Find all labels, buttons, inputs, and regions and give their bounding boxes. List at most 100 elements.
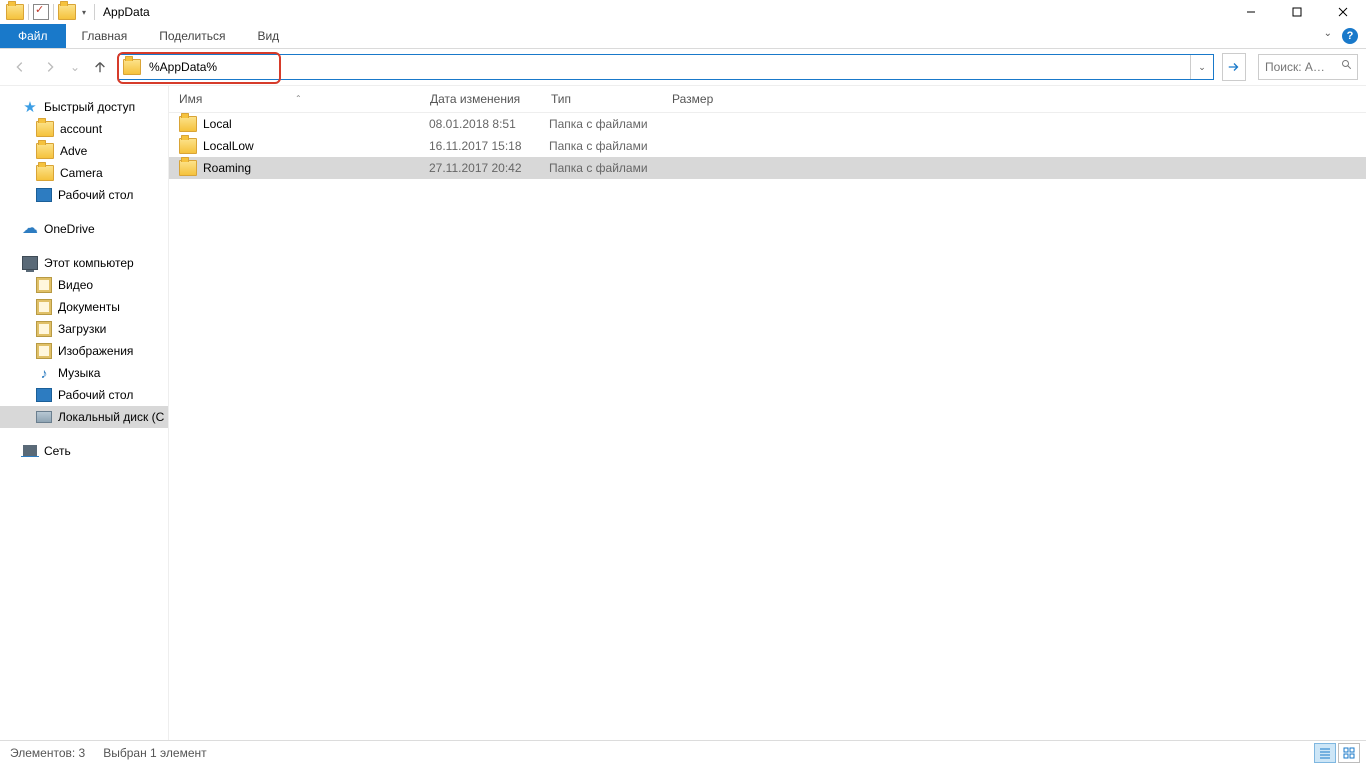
nav-recent-dropdown[interactable]: ⌄ — [68, 55, 82, 79]
cloud-icon: ☁ — [22, 221, 38, 237]
sidebar-item-camera[interactable]: Camera — [0, 162, 168, 184]
sidebar-item-account[interactable]: account — [0, 118, 168, 140]
sidebar-item-label: account — [60, 122, 102, 136]
folder-icon — [36, 165, 54, 181]
table-row[interactable]: LocalLow16.11.2017 15:18Папка с файлами — [169, 135, 1366, 157]
file-name: LocalLow — [203, 139, 254, 153]
sidebar-item-label: Adve — [60, 144, 87, 158]
tab-home[interactable]: Главная — [66, 24, 144, 48]
view-large-icons-button[interactable] — [1338, 743, 1360, 763]
sidebar-onedrive[interactable]: ☁ OneDrive — [0, 218, 168, 240]
nav-back-button[interactable] — [8, 55, 32, 79]
file-date: 27.11.2017 20:42 — [429, 161, 549, 175]
minimize-button[interactable] — [1228, 0, 1274, 24]
column-type[interactable]: Тип — [551, 86, 672, 112]
file-name: Local — [203, 117, 232, 131]
sidebar-item-adve[interactable]: Adve — [0, 140, 168, 162]
sidebar-item-label: OneDrive — [44, 222, 95, 236]
sidebar-item-label: Локальный диск (C — [58, 410, 164, 424]
sidebar-item-label: Сеть — [44, 444, 71, 458]
tab-share[interactable]: Поделиться — [143, 24, 241, 48]
file-rows: Local08.01.2018 8:51Папка с файламиLocal… — [169, 113, 1366, 740]
navigation-pane: ★ Быстрый доступ account Adve Camera Раб… — [0, 86, 169, 740]
window-title: AppData — [103, 5, 150, 19]
maximize-button[interactable] — [1274, 0, 1320, 24]
sidebar-item-music[interactable]: ♪ Музыка — [0, 362, 168, 384]
sidebar-item-label: Документы — [58, 300, 120, 314]
qat-dropdown-icon[interactable]: ▾ — [78, 8, 90, 17]
file-type: Папка с файлами — [549, 117, 669, 131]
sidebar-item-documents[interactable]: Документы — [0, 296, 168, 318]
tab-file[interactable]: Файл — [0, 24, 66, 48]
help-button[interactable]: ? — [1342, 28, 1358, 44]
address-input[interactable] — [147, 59, 1190, 75]
sort-indicator-icon: ⌃ — [295, 94, 302, 103]
sidebar-network[interactable]: Сеть — [0, 440, 168, 462]
sidebar-item-desktop[interactable]: Рабочий стол — [0, 384, 168, 406]
file-type: Папка с файлами — [549, 139, 669, 153]
sidebar-item-label: Музыка — [58, 366, 100, 380]
search-input[interactable] — [1263, 59, 1327, 75]
nav-forward-button[interactable] — [38, 55, 62, 79]
column-name[interactable]: Имя⌃ — [179, 86, 430, 112]
sidebar-item-videos[interactable]: Видео — [0, 274, 168, 296]
documents-icon — [36, 299, 52, 315]
close-button[interactable] — [1320, 0, 1366, 24]
sidebar-item-downloads[interactable]: Загрузки — [0, 318, 168, 340]
qat-folder-icon[interactable] — [58, 4, 76, 20]
table-row[interactable]: Local 08.01.2018 8:51Папка с файлами — [169, 113, 1366, 135]
sidebar-item-label: Рабочий стол — [58, 388, 133, 402]
tab-view[interactable]: Вид — [241, 24, 295, 48]
address-bar[interactable]: ⌄ — [118, 54, 1214, 80]
folder-icon — [179, 160, 197, 176]
pc-icon — [22, 256, 38, 270]
file-date: 08.01.2018 8:51 — [429, 117, 549, 131]
sidebar-item-pictures[interactable]: Изображения — [0, 340, 168, 362]
sidebar-item-desktop-quick[interactable]: Рабочий стол — [0, 184, 168, 206]
address-folder-icon — [123, 59, 141, 75]
column-headers: Имя⌃ Дата изменения Тип Размер — [169, 86, 1366, 113]
folder-icon — [36, 143, 54, 159]
sidebar-item-local-disk[interactable]: Локальный диск (C — [0, 406, 168, 428]
ribbon-collapse-icon[interactable]: ⌄ — [1324, 28, 1332, 39]
app-folder-icon — [6, 4, 24, 20]
sidebar-item-label: Загрузки — [58, 322, 106, 336]
search-box[interactable] — [1258, 54, 1358, 80]
sidebar-item-label: Видео — [58, 278, 93, 292]
downloads-icon — [36, 321, 52, 337]
videos-icon — [36, 277, 52, 293]
file-type: Папка с файлами — [549, 161, 669, 175]
folder-icon — [179, 116, 197, 132]
sidebar-quick-access[interactable]: ★ Быстрый доступ — [0, 96, 168, 118]
column-size[interactable]: Размер — [672, 86, 753, 112]
disk-icon — [36, 411, 52, 423]
column-date[interactable]: Дата изменения — [430, 86, 551, 112]
status-item-count: Элементов: 3 — [10, 746, 85, 760]
music-icon: ♪ — [36, 365, 52, 381]
desktop-icon — [36, 188, 52, 202]
folder-icon — [179, 138, 197, 154]
go-button[interactable] — [1222, 53, 1246, 81]
file-list-pane: Имя⌃ Дата изменения Тип Размер Local 08.0… — [169, 86, 1366, 740]
status-selection: Выбран 1 элемент — [103, 746, 206, 760]
file-name: Roaming — [203, 161, 251, 175]
address-dropdown-icon[interactable]: ⌄ — [1190, 55, 1213, 79]
desktop-icon — [36, 388, 52, 402]
star-icon: ★ — [22, 99, 38, 115]
qat-properties-icon[interactable] — [33, 4, 49, 20]
sidebar-item-label: Camera — [60, 166, 103, 180]
title-bar: ▾ AppData — [0, 0, 1366, 24]
network-icon — [23, 445, 37, 457]
search-icon — [1341, 59, 1353, 74]
view-details-button[interactable] — [1314, 743, 1336, 763]
pictures-icon — [36, 343, 52, 359]
folder-icon — [36, 121, 54, 137]
sidebar-item-label: Рабочий стол — [58, 188, 133, 202]
ribbon-tabs: Файл Главная Поделиться Вид ⌄ ? — [0, 24, 1366, 49]
sidebar-item-label: Изображения — [58, 344, 133, 358]
sidebar-this-pc[interactable]: Этот компьютер — [0, 252, 168, 274]
status-bar: Элементов: 3 Выбран 1 элемент — [0, 740, 1366, 765]
table-row[interactable]: Roaming 27.11.2017 20:42Папка с файлами — [169, 157, 1366, 179]
sidebar-item-label: Быстрый доступ — [44, 100, 135, 114]
nav-up-button[interactable] — [88, 55, 112, 79]
